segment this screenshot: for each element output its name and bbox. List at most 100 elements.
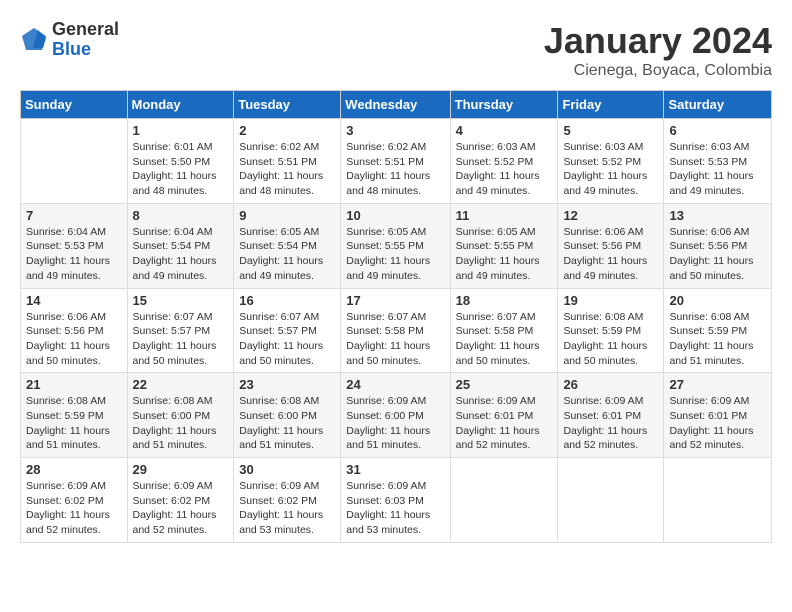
calendar-cell: 3 Sunrise: 6:02 AMSunset: 5:51 PMDaylight… (341, 119, 450, 204)
calendar-cell: 8Sunrise: 6:04 AMSunset: 5:54 PMDaylight… (127, 203, 234, 288)
day-number: 21 (26, 377, 122, 392)
calendar-cell: 20Sunrise: 6:08 AMSunset: 5:59 PMDayligh… (664, 288, 772, 373)
day-info: Sunrise: 6:05 AMSunset: 5:55 PMDaylight:… (346, 225, 444, 284)
day-number: 4 (456, 123, 553, 138)
day-number: 18 (456, 293, 553, 308)
calendar-cell: 13 Sunrise: 6:06 AMSunset: 5:56 PMDayligh… (664, 203, 772, 288)
day-info: Sunrise: 6:09 AMSunset: 6:01 PMDaylight:… (563, 394, 658, 453)
day-info: Sunrise: 6:03 AMSunset: 5:53 PMDaylight:… (669, 140, 766, 199)
day-number: 23 (239, 377, 335, 392)
calendar-cell: 19 Sunrise: 6:08 AMSunset: 5:59 PMDayligh… (558, 288, 664, 373)
day-number: 13 (669, 208, 766, 223)
day-info: Sunrise: 6:09 AMSunset: 6:00 PMDaylight:… (346, 394, 444, 453)
calendar-cell: 9 Sunrise: 6:05 AMSunset: 5:54 PMDaylight… (234, 203, 341, 288)
weekday-header: Friday (558, 91, 664, 119)
day-info: Sunrise: 6:09 AMSunset: 6:02 PMDaylight:… (26, 479, 122, 538)
calendar-cell: 11 Sunrise: 6:05 AMSunset: 5:55 PMDayligh… (450, 203, 558, 288)
calendar-cell: 7 Sunrise: 6:04 AMSunset: 5:53 PMDaylight… (21, 203, 128, 288)
calendar-cell (450, 458, 558, 543)
day-number: 8 (133, 208, 229, 223)
day-number: 3 (346, 123, 444, 138)
calendar-week-row: 1 Sunrise: 6:01 AMSunset: 5:50 PMDaylight… (21, 119, 772, 204)
day-number: 28 (26, 462, 122, 477)
calendar-cell: 16 Sunrise: 6:07 AMSunset: 5:57 PMDayligh… (234, 288, 341, 373)
day-info: Sunrise: 6:07 AMSunset: 5:57 PMDaylight:… (239, 310, 335, 369)
day-number: 5 (563, 123, 658, 138)
logo-general-text: General (52, 20, 119, 40)
calendar-cell: 23Sunrise: 6:08 AMSunset: 6:00 PMDayligh… (234, 373, 341, 458)
day-info: Sunrise: 6:06 AMSunset: 5:56 PMDaylight:… (26, 310, 122, 369)
calendar-cell: 10 Sunrise: 6:05 AMSunset: 5:55 PMDayligh… (341, 203, 450, 288)
day-number: 2 (239, 123, 335, 138)
calendar-cell: 25 Sunrise: 6:09 AMSunset: 6:01 PMDayligh… (450, 373, 558, 458)
weekday-header: Tuesday (234, 91, 341, 119)
day-info: Sunrise: 6:03 AMSunset: 5:52 PMDaylight:… (456, 140, 553, 199)
calendar-cell: 4 Sunrise: 6:03 AMSunset: 5:52 PMDaylight… (450, 119, 558, 204)
day-info: Sunrise: 6:09 AMSunset: 6:02 PMDaylight:… (133, 479, 229, 538)
day-number: 9 (239, 208, 335, 223)
calendar-week-row: 14 Sunrise: 6:06 AMSunset: 5:56 PMDayligh… (21, 288, 772, 373)
calendar-week-row: 7 Sunrise: 6:04 AMSunset: 5:53 PMDaylight… (21, 203, 772, 288)
calendar-header: SundayMondayTuesdayWednesdayThursdayFrid… (21, 91, 772, 119)
day-info: Sunrise: 6:07 AMSunset: 5:58 PMDaylight:… (346, 310, 444, 369)
calendar-cell: 22Sunrise: 6:08 AMSunset: 6:00 PMDayligh… (127, 373, 234, 458)
day-number: 6 (669, 123, 766, 138)
day-number: 20 (669, 293, 766, 308)
day-info: Sunrise: 6:05 AMSunset: 5:55 PMDaylight:… (456, 225, 553, 284)
day-number: 7 (26, 208, 122, 223)
weekday-header: Sunday (21, 91, 128, 119)
calendar-cell: 24 Sunrise: 6:09 AMSunset: 6:00 PMDayligh… (341, 373, 450, 458)
calendar-cell: 15 Sunrise: 6:07 AMSunset: 5:57 PMDayligh… (127, 288, 234, 373)
calendar-week-row: 21Sunrise: 6:08 AMSunset: 5:59 PMDayligh… (21, 373, 772, 458)
calendar-cell (664, 458, 772, 543)
day-info: Sunrise: 6:09 AMSunset: 6:01 PMDaylight:… (456, 394, 553, 453)
calendar-cell: 29Sunrise: 6:09 AMSunset: 6:02 PMDayligh… (127, 458, 234, 543)
calendar-cell: 12Sunrise: 6:06 AMSunset: 5:56 PMDayligh… (558, 203, 664, 288)
calendar-week-row: 28 Sunrise: 6:09 AMSunset: 6:02 PMDayligh… (21, 458, 772, 543)
calendar-cell: 14 Sunrise: 6:06 AMSunset: 5:56 PMDayligh… (21, 288, 128, 373)
day-number: 15 (133, 293, 229, 308)
day-number: 11 (456, 208, 553, 223)
day-number: 24 (346, 377, 444, 392)
main-title: January 2024 (544, 20, 772, 62)
day-number: 16 (239, 293, 335, 308)
day-info: Sunrise: 6:09 AMSunset: 6:02 PMDaylight:… (239, 479, 335, 538)
day-info: Sunrise: 6:01 AMSunset: 5:50 PMDaylight:… (133, 140, 229, 199)
page-header: General Blue January 2024 Cienega, Boyac… (20, 20, 772, 80)
calendar-cell: 31Sunrise: 6:09 AMSunset: 6:03 PMDayligh… (341, 458, 450, 543)
day-info: Sunrise: 6:07 AMSunset: 5:57 PMDaylight:… (133, 310, 229, 369)
day-info: Sunrise: 6:05 AMSunset: 5:54 PMDaylight:… (239, 225, 335, 284)
day-info: Sunrise: 6:09 AMSunset: 6:03 PMDaylight:… (346, 479, 444, 538)
day-info: Sunrise: 6:06 AMSunset: 5:56 PMDaylight:… (669, 225, 766, 284)
calendar-cell: 17 Sunrise: 6:07 AMSunset: 5:58 PMDayligh… (341, 288, 450, 373)
day-number: 17 (346, 293, 444, 308)
day-number: 19 (563, 293, 658, 308)
calendar-cell: 26Sunrise: 6:09 AMSunset: 6:01 PMDayligh… (558, 373, 664, 458)
calendar-cell: 1 Sunrise: 6:01 AMSunset: 5:50 PMDaylight… (127, 119, 234, 204)
day-number: 30 (239, 462, 335, 477)
weekday-header: Saturday (664, 91, 772, 119)
day-info: Sunrise: 6:08 AMSunset: 5:59 PMDaylight:… (563, 310, 658, 369)
calendar-cell (558, 458, 664, 543)
day-number: 22 (133, 377, 229, 392)
day-info: Sunrise: 6:09 AMSunset: 6:01 PMDaylight:… (669, 394, 766, 453)
title-block: January 2024 Cienega, Boyaca, Colombia (544, 20, 772, 80)
calendar-cell: 21Sunrise: 6:08 AMSunset: 5:59 PMDayligh… (21, 373, 128, 458)
calendar-cell: 5Sunrise: 6:03 AMSunset: 5:52 PMDaylight… (558, 119, 664, 204)
logo-icon (20, 26, 48, 54)
day-info: Sunrise: 6:02 AMSunset: 5:51 PMDaylight:… (239, 140, 335, 199)
day-info: Sunrise: 6:04 AMSunset: 5:53 PMDaylight:… (26, 225, 122, 284)
calendar-cell: 30 Sunrise: 6:09 AMSunset: 6:02 PMDayligh… (234, 458, 341, 543)
calendar-table: SundayMondayTuesdayWednesdayThursdayFrid… (20, 90, 772, 543)
day-number: 25 (456, 377, 553, 392)
day-info: Sunrise: 6:02 AMSunset: 5:51 PMDaylight:… (346, 140, 444, 199)
calendar-cell: 18Sunrise: 6:07 AMSunset: 5:58 PMDayligh… (450, 288, 558, 373)
day-number: 10 (346, 208, 444, 223)
weekday-header: Wednesday (341, 91, 450, 119)
weekday-header: Thursday (450, 91, 558, 119)
calendar-cell: 2 Sunrise: 6:02 AMSunset: 5:51 PMDaylight… (234, 119, 341, 204)
day-number: 12 (563, 208, 658, 223)
calendar-cell: 27Sunrise: 6:09 AMSunset: 6:01 PMDayligh… (664, 373, 772, 458)
day-number: 14 (26, 293, 122, 308)
day-number: 1 (133, 123, 229, 138)
